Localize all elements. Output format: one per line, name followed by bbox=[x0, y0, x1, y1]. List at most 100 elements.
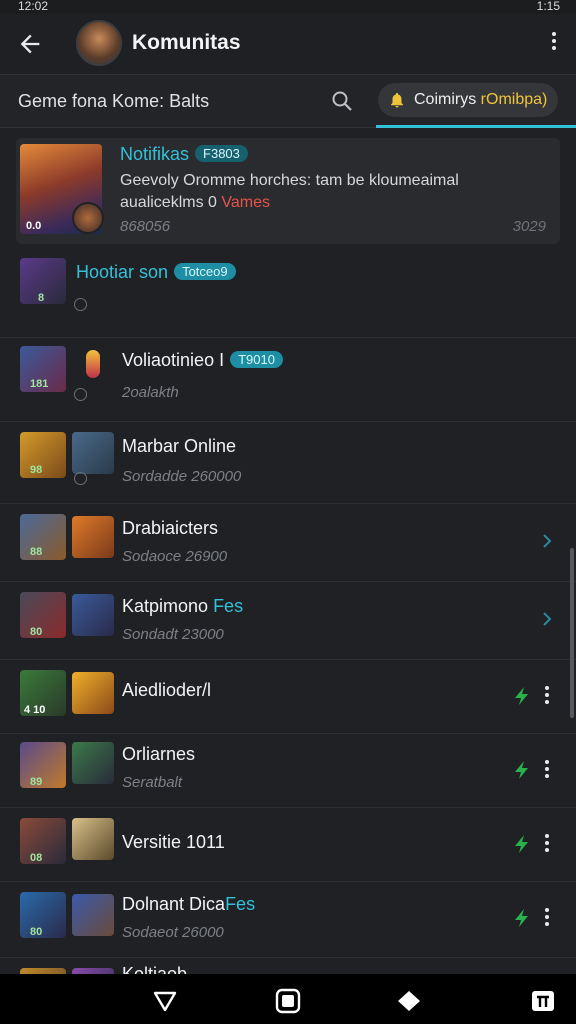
recent-apps-icon[interactable] bbox=[530, 988, 556, 1014]
thumb-badge: 89 bbox=[30, 776, 43, 788]
row-subtitle: Sondadt 23000 bbox=[122, 626, 224, 643]
game-thumbnail bbox=[72, 432, 114, 474]
status-time: 12:02 bbox=[18, 0, 49, 13]
search-bar: Geme fona Kome: Balts Coimirys rOmibpa) bbox=[0, 74, 576, 128]
community-list: 0.0 Notifikas F3803 Geevoly Oromme horche… bbox=[0, 128, 576, 974]
game-thumbnail bbox=[72, 594, 114, 636]
thumb-badge: 88 bbox=[30, 546, 43, 558]
status-right: 1:15 bbox=[536, 0, 560, 13]
more-vert-icon[interactable] bbox=[544, 760, 550, 780]
row-title: Voliaotinieo I T9010 bbox=[122, 350, 283, 371]
row-title: Aiedlioder/l bbox=[122, 680, 212, 700]
game-thumbnail bbox=[20, 432, 66, 478]
row-subtitle: Seratbalt bbox=[122, 774, 183, 791]
search-icon[interactable] bbox=[330, 89, 354, 113]
back-triangle-icon[interactable] bbox=[152, 988, 178, 1014]
page-title: Komunitas bbox=[132, 31, 241, 54]
thumb-badge: 98 bbox=[30, 464, 43, 476]
chevron-right-icon[interactable] bbox=[540, 612, 554, 626]
trophy-icon bbox=[86, 350, 100, 378]
row-subtitle: Sodaoce 26900 bbox=[122, 548, 228, 565]
list-item[interactable]: 80 Katpimono Fes Sondadt 23000 bbox=[0, 582, 576, 660]
list-item[interactable]: 98 Marbar Online Sordadde 260000 bbox=[0, 422, 576, 504]
game-thumbnail bbox=[72, 516, 114, 558]
list-item[interactable]: 8 Hootiar son Totceo9 bbox=[0, 250, 576, 338]
bolt-icon[interactable] bbox=[512, 760, 532, 780]
row-title-text: Voliaotinieo I bbox=[122, 350, 225, 370]
game-thumbnail bbox=[72, 672, 114, 714]
status-dot bbox=[74, 472, 87, 485]
bolt-icon[interactable] bbox=[512, 686, 532, 706]
chip-label-text: Coimirys bbox=[414, 91, 481, 108]
row-tag: Totceo9 bbox=[174, 263, 236, 280]
game-thumbnail bbox=[72, 818, 114, 860]
featured-title: Notifikas F3803 bbox=[120, 144, 248, 165]
bolt-icon[interactable] bbox=[512, 908, 532, 928]
status-bar: 12:02 1:15 bbox=[0, 0, 576, 14]
status-dot bbox=[74, 388, 87, 401]
featured-body-line2-accent: Vames bbox=[221, 194, 270, 211]
avatar[interactable] bbox=[76, 20, 122, 66]
list-item[interactable]: Koltiaob bbox=[0, 964, 576, 974]
row-title: Drabiaicters bbox=[122, 518, 219, 538]
thumb-badge: 181 bbox=[30, 378, 49, 390]
list-item[interactable]: 88 Drabiaicters Sodaoce 26900 bbox=[0, 504, 576, 582]
list-item[interactable]: 181 Voliaotinieo I T9010 2oalakth bbox=[0, 338, 576, 422]
featured-notification-card[interactable]: 0.0 Notifikas F3803 Geevoly Oromme horche… bbox=[16, 138, 560, 244]
more-vert-icon[interactable] bbox=[544, 686, 550, 706]
thumb-badge: 4 10 bbox=[24, 704, 46, 716]
list-item[interactable]: 08 Versitie 1011 bbox=[0, 808, 576, 882]
thumb-label: 0.0 bbox=[26, 220, 42, 232]
list-item[interactable]: 89 Orliarnes Seratbalt bbox=[0, 734, 576, 808]
filter-chip[interactable]: Coimirys rOmibpa) bbox=[378, 83, 558, 117]
row-subtitle: Sodaeot 26000 bbox=[122, 924, 224, 941]
app-bar: Komunitas bbox=[0, 14, 576, 74]
thumb-badge: 08 bbox=[30, 852, 43, 864]
row-subtitle: Sordadde 260000 bbox=[122, 468, 242, 485]
game-thumbnail bbox=[20, 892, 66, 938]
system-nav-bar bbox=[0, 974, 576, 1024]
home-icon[interactable] bbox=[275, 988, 301, 1014]
featured-tag: F3803 bbox=[195, 145, 248, 162]
row-title: Koltiaob bbox=[122, 964, 188, 974]
row-title: Hootiar son Totceo9 bbox=[76, 262, 236, 283]
more-vert-icon[interactable] bbox=[550, 32, 558, 56]
row-title: Orliarnes bbox=[122, 744, 196, 764]
row-title-text: Katpimono bbox=[122, 596, 209, 616]
diamond-icon[interactable] bbox=[396, 988, 422, 1014]
row-tag: T9010 bbox=[230, 351, 283, 368]
more-vert-icon[interactable] bbox=[544, 834, 550, 854]
thumb-badge: 8 bbox=[38, 292, 45, 304]
featured-title-text: Notifikas bbox=[120, 144, 190, 164]
bolt-icon[interactable] bbox=[512, 834, 532, 854]
game-thumbnail bbox=[20, 514, 66, 560]
featured-subtext: 868056 bbox=[120, 218, 171, 235]
list-item[interactable]: 4 10 Aiedlioder/l bbox=[0, 660, 576, 734]
game-thumbnail bbox=[20, 592, 66, 638]
row-title-accent: Fes bbox=[208, 596, 244, 616]
game-thumbnail bbox=[20, 742, 66, 788]
chip-label-accent: rOmibpa) bbox=[480, 91, 548, 108]
row-title: Dolnant DicaFes bbox=[122, 894, 255, 915]
game-thumbnail bbox=[72, 742, 114, 784]
list-item[interactable]: 80 Dolnant DicaFes Sodaeot 26000 bbox=[0, 882, 576, 958]
status-dot bbox=[74, 298, 87, 311]
chip-label: Coimirys rOmibpa) bbox=[414, 91, 547, 109]
row-title-accent: Fes bbox=[225, 894, 256, 914]
arrow-left-icon[interactable] bbox=[16, 30, 44, 58]
game-thumbnail bbox=[20, 818, 66, 864]
row-subtitle: 2oalakth bbox=[122, 384, 179, 401]
row-title-text: Dolnant Dica bbox=[122, 894, 226, 914]
avatar bbox=[72, 202, 104, 234]
row-title-text: Hootiar son bbox=[76, 262, 169, 282]
scrollbar[interactable] bbox=[570, 548, 574, 718]
row-title: Versitie 1011 bbox=[122, 832, 225, 852]
featured-body-line2-text: aualiceklms 0 bbox=[120, 194, 222, 211]
featured-count: 3029 bbox=[512, 218, 546, 235]
row-title: Marbar Online bbox=[122, 436, 237, 456]
more-vert-icon[interactable] bbox=[544, 908, 550, 928]
chevron-right-icon[interactable] bbox=[540, 534, 554, 548]
featured-body-line1: Geevoly Oromme horches: tam be kloumeaim… bbox=[120, 172, 459, 189]
search-input[interactable]: Geme fona Kome: Balts bbox=[18, 91, 209, 112]
bell-icon bbox=[391, 92, 403, 108]
